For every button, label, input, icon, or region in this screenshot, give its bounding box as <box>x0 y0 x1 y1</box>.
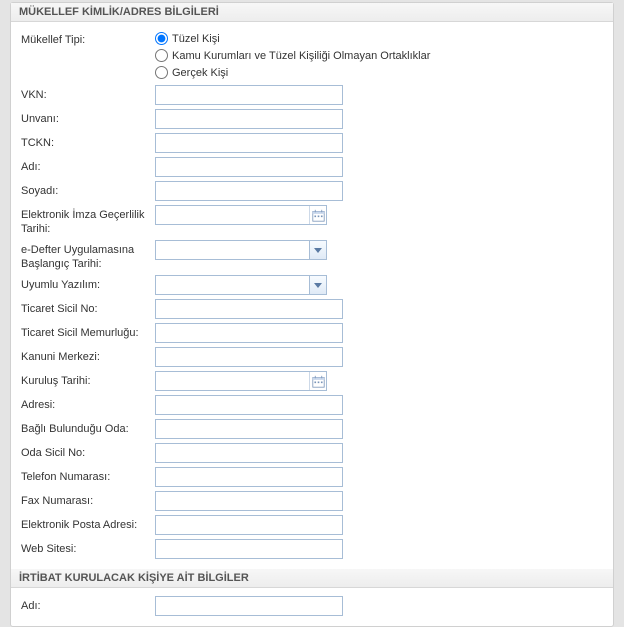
section-header-contact: İRTİBAT KURULACAK KİŞİYE AİT BİLGİLER <box>11 569 613 588</box>
radio-gercek-kisi[interactable] <box>155 66 168 79</box>
tsicilno-input[interactable] <box>155 299 343 319</box>
soyadi-input[interactable] <box>155 181 343 201</box>
row-edefter: e-Defter Uygulamasına Başlangıç Tarihi: <box>11 238 613 273</box>
label-soyadi: Soyadı: <box>21 181 155 198</box>
label-kanuni: Kanuni Merkezi: <box>21 347 155 364</box>
unvani-input[interactable] <box>155 109 343 129</box>
chevron-down-icon <box>314 283 322 288</box>
vkn-input[interactable] <box>155 85 343 105</box>
tckn-input[interactable] <box>155 133 343 153</box>
taxpayer-identity-panel: MÜKELLEF KİMLİK/ADRES BİLGİLERİ Mükellef… <box>10 2 614 627</box>
label-uyumlu: Uyumlu Yazılım: <box>21 275 155 292</box>
radio-tuzel-kisi[interactable] <box>155 32 168 45</box>
row-mukellef-tipi: Mükellef Tipi: Tüzel Kişi Kamu Kurumları… <box>11 28 613 83</box>
section1-body: Mükellef Tipi: Tüzel Kişi Kamu Kurumları… <box>11 22 613 569</box>
label-tckn: TCKN: <box>21 133 155 150</box>
label-unvani: Unvanı: <box>21 109 155 126</box>
edefter-combo-input[interactable] <box>155 240 327 260</box>
adres-input[interactable] <box>155 395 343 415</box>
label-eposta: Elektronik Posta Adresi: <box>21 515 155 532</box>
kanuni-input[interactable] <box>155 347 343 367</box>
label-edefter: e-Defter Uygulamasına Başlangıç Tarihi: <box>21 240 155 271</box>
web-input[interactable] <box>155 539 343 559</box>
eimza-date-input[interactable] <box>155 205 327 225</box>
label-adres: Adresi: <box>21 395 155 412</box>
label-eimza: Elektronik İmza Geçerlilik Tarihi: <box>21 205 155 236</box>
uyumlu-combo-trigger[interactable] <box>309 276 326 294</box>
radio-label-kamu: Kamu Kurumları ve Tüzel Kişiliği Olmayan… <box>172 50 430 62</box>
label-mukellef-tipi: Mükellef Tipi: <box>21 30 155 47</box>
chevron-down-icon <box>314 248 322 253</box>
odano-input[interactable] <box>155 443 343 463</box>
label-tsicilno: Ticaret Sicil No: <box>21 299 155 316</box>
radio-group-mukellef-tipi: Tüzel Kişi Kamu Kurumları ve Tüzel Kişil… <box>155 30 430 81</box>
contact-adi-input[interactable] <box>155 596 343 616</box>
kurulus-date-trigger[interactable] <box>309 372 326 390</box>
calendar-icon <box>312 375 325 388</box>
label-tel: Telefon Numarası: <box>21 467 155 484</box>
label-contact-adi: Adı: <box>21 596 155 613</box>
label-fax: Fax Numarası: <box>21 491 155 508</box>
kurulus-date-input[interactable] <box>155 371 327 391</box>
radio-label-tuzel: Tüzel Kişi <box>172 33 220 45</box>
uyumlu-combo-input[interactable] <box>155 275 327 295</box>
oda-input[interactable] <box>155 419 343 439</box>
label-odano: Oda Sicil No: <box>21 443 155 460</box>
tsicilmem-input[interactable] <box>155 323 343 343</box>
fax-input[interactable] <box>155 491 343 511</box>
section2-body: Adı: <box>11 588 613 626</box>
label-oda: Bağlı Bulunduğu Oda: <box>21 419 155 436</box>
eposta-input[interactable] <box>155 515 343 535</box>
row-kurulus: Kuruluş Tarihi: <box>11 369 613 393</box>
label-adi: Adı: <box>21 157 155 174</box>
section-header-identity: MÜKELLEF KİMLİK/ADRES BİLGİLERİ <box>11 3 613 22</box>
label-tsicilmem: Ticaret Sicil Memurluğu: <box>21 323 155 340</box>
calendar-icon <box>312 209 325 222</box>
row-eimza: Elektronik İmza Geçerlilik Tarihi: <box>11 203 613 238</box>
label-vkn: VKN: <box>21 85 155 102</box>
edefter-combo-trigger[interactable] <box>309 241 326 259</box>
adi-input[interactable] <box>155 157 343 177</box>
label-kurulus: Kuruluş Tarihi: <box>21 371 155 388</box>
radio-kamu-kurumlari[interactable] <box>155 49 168 62</box>
tel-input[interactable] <box>155 467 343 487</box>
label-web: Web Sitesi: <box>21 539 155 556</box>
row-uyumlu: Uyumlu Yazılım: <box>11 273 613 297</box>
radio-label-gercek: Gerçek Kişi <box>172 67 228 79</box>
eimza-date-trigger[interactable] <box>309 206 326 224</box>
